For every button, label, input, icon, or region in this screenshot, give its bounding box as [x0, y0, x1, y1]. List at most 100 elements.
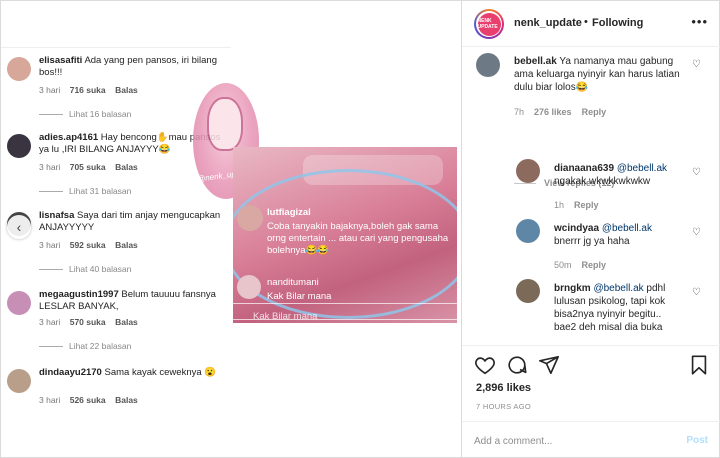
avatar	[237, 205, 263, 231]
comment-likes: 570 suka	[69, 317, 106, 327]
comment-text: lisnafsa Saya dari tim anjay mengucapkan…	[39, 210, 227, 234]
reply-button[interactable]: Reply	[574, 200, 599, 210]
view-replies-link: Lihat 40 balasan	[39, 264, 131, 274]
comment-username: megaagustin1997	[39, 289, 119, 300]
post-actions: 2,896 likes 7 HOURS AGO	[462, 345, 720, 415]
list-item: dianaana639 @bebell.ak ngakak wkwkkwkwkw …	[516, 159, 708, 211]
comment-likes: 592 suka	[69, 240, 106, 250]
comment-body: Sama kayak ceweknya 😮	[104, 367, 217, 378]
avatar[interactable]: NENK UPDATE	[474, 9, 504, 39]
comment-text: wcindyaa @bebell.ak bnerrr jg ya haha	[554, 222, 682, 248]
comment-likes: 716 suka	[69, 85, 106, 95]
post-timestamp[interactable]: 7 HOURS AGO	[476, 402, 531, 411]
view-replies-link: Lihat 16 balasan	[39, 109, 131, 119]
list-item: brngkm @bebell.ak pdhl lulusan psikolog,…	[516, 279, 708, 345]
comment-body: bnerrr jg ya haha	[554, 236, 630, 247]
comment-meta: 1h Reply	[554, 200, 599, 210]
comments-list: bebell.ak Ya namanya mau gabung ama kelu…	[462, 47, 720, 345]
reply-link: Balas	[115, 395, 138, 405]
comment-time: 1h	[554, 200, 565, 210]
heart-icon[interactable]: ♡	[692, 59, 701, 70]
bookmark-icon[interactable]	[688, 354, 710, 376]
avatar-logo-text: NENK UPDATE	[477, 12, 501, 36]
pasted-screenshot: lutfiagizal Coba tanyakin bajaknya,boleh…	[233, 147, 457, 323]
comment-likes: 526 suka	[69, 395, 106, 405]
avatar	[7, 57, 31, 81]
comment-username[interactable]: brngkm	[554, 283, 591, 294]
post-panel: NENK UPDATE nenk_update • Following ••• …	[462, 0, 720, 458]
avatar[interactable]	[516, 219, 540, 243]
add-comment-bar: Post	[462, 421, 720, 458]
header-username[interactable]: nenk_update	[514, 17, 582, 29]
heart-icon[interactable]: ♡	[692, 287, 701, 298]
pasted-comment: Kak Bilar mana	[253, 311, 318, 322]
post-button[interactable]: Post	[686, 435, 708, 446]
comment-time: 3 hari	[39, 395, 61, 405]
comment-time: 3 hari	[39, 162, 61, 172]
comment-username: elisasafiti	[39, 55, 83, 66]
comment-text: brngkm @bebell.ak pdhl lulusan psikolog,…	[554, 282, 676, 334]
divider	[1, 47, 231, 48]
comment-meta: 3 hari 716 suka Balas	[39, 85, 138, 95]
following-button[interactable]: Following	[592, 17, 643, 29]
view-replies-link: Lihat 22 balasan	[39, 341, 131, 351]
post-image: elisasafiti Ada yang pen pansos, iri bil…	[0, 0, 462, 458]
mention-link[interactable]: @bebell.ak	[593, 283, 643, 294]
divider	[233, 319, 457, 320]
divider	[233, 303, 457, 304]
comment-username: adies.ap4161	[39, 132, 99, 143]
chevron-left-icon[interactable]: ‹	[7, 215, 31, 239]
mention-link[interactable]: @bebell.ak	[617, 163, 667, 174]
avatar	[7, 134, 31, 158]
avatar[interactable]	[516, 279, 540, 303]
list-item: elisasafiti Ada yang pen pansos, iri bil…	[1, 55, 231, 119]
comment-likes[interactable]: 276 likes	[534, 107, 572, 117]
comment-text: bebell.ak Ya namanya mau gabung ama kelu…	[514, 55, 682, 94]
view-replies-link: Lihat 31 balasan	[39, 186, 131, 196]
avatar	[7, 369, 31, 393]
pasted-username: nanditumani	[267, 277, 319, 288]
reply-link: Balas	[115, 317, 138, 327]
comment-username[interactable]: bebell.ak	[514, 56, 557, 67]
comment-likes: 705 suka	[69, 162, 106, 172]
reply-link: Balas	[115, 162, 138, 172]
post-header: NENK UPDATE nenk_update • Following •••	[462, 1, 720, 47]
replies-label: Lihat 40 balasan	[69, 264, 132, 274]
comment-input[interactable]	[474, 432, 674, 450]
heart-icon[interactable]	[474, 354, 496, 376]
mention-link[interactable]: @bebell.ak	[602, 223, 652, 234]
comment-time: 3 hari	[39, 317, 61, 327]
avatar	[7, 291, 31, 315]
pasted-comment: Kak Bilar mana	[267, 291, 332, 302]
comment-meta: 3 hari 705 suka Balas	[39, 162, 138, 172]
reply-button[interactable]: Reply	[582, 107, 607, 117]
comment-text: dindaayu2170 Sama kayak ceweknya 😮	[39, 367, 227, 379]
comment-username: dindaayu2170	[39, 367, 102, 378]
more-options-icon[interactable]: •••	[691, 14, 708, 29]
heart-icon[interactable]: ♡	[692, 167, 701, 178]
avatar[interactable]	[516, 159, 540, 183]
list-item: lisnafsa Saya dari tim anjay mengucapkan…	[1, 210, 231, 274]
comment-username: lisnafsa	[39, 210, 75, 221]
likes-count[interactable]: 2,896 likes	[476, 382, 531, 394]
heart-icon[interactable]: ♡	[692, 227, 701, 238]
list-item: wcindyaa @bebell.ak bnerrr jg ya haha 50m…	[516, 219, 708, 271]
comment-icon[interactable]	[506, 354, 528, 376]
comment-meta: 50m Reply	[554, 260, 606, 270]
comment-meta: 3 hari 570 suka Balas	[39, 317, 138, 327]
comment-meta: 3 hari 592 suka Balas	[39, 240, 138, 250]
comment-time: 3 hari	[39, 240, 61, 250]
comment-text: megaagustin1997 Belum tauuuu fansnya LES…	[39, 289, 227, 313]
list-item: megaagustin1997 Belum tauuuu fansnya LES…	[1, 289, 231, 353]
reply-button[interactable]: Reply	[582, 260, 607, 270]
comment-body: ngakak wkwkkwkwkw	[554, 176, 651, 187]
comment-time: 3 hari	[39, 85, 61, 95]
comment-time: 50m	[554, 260, 572, 270]
replies-label: Lihat 22 balasan	[69, 341, 132, 351]
share-icon[interactable]	[538, 354, 560, 376]
comment-username[interactable]: dianaana639	[554, 163, 614, 174]
avatar[interactable]	[476, 53, 500, 77]
avatar	[237, 275, 261, 299]
list-item: dindaayu2170 Sama kayak ceweknya 😮 3 har…	[1, 367, 231, 417]
comment-username[interactable]: wcindyaa	[554, 223, 599, 234]
